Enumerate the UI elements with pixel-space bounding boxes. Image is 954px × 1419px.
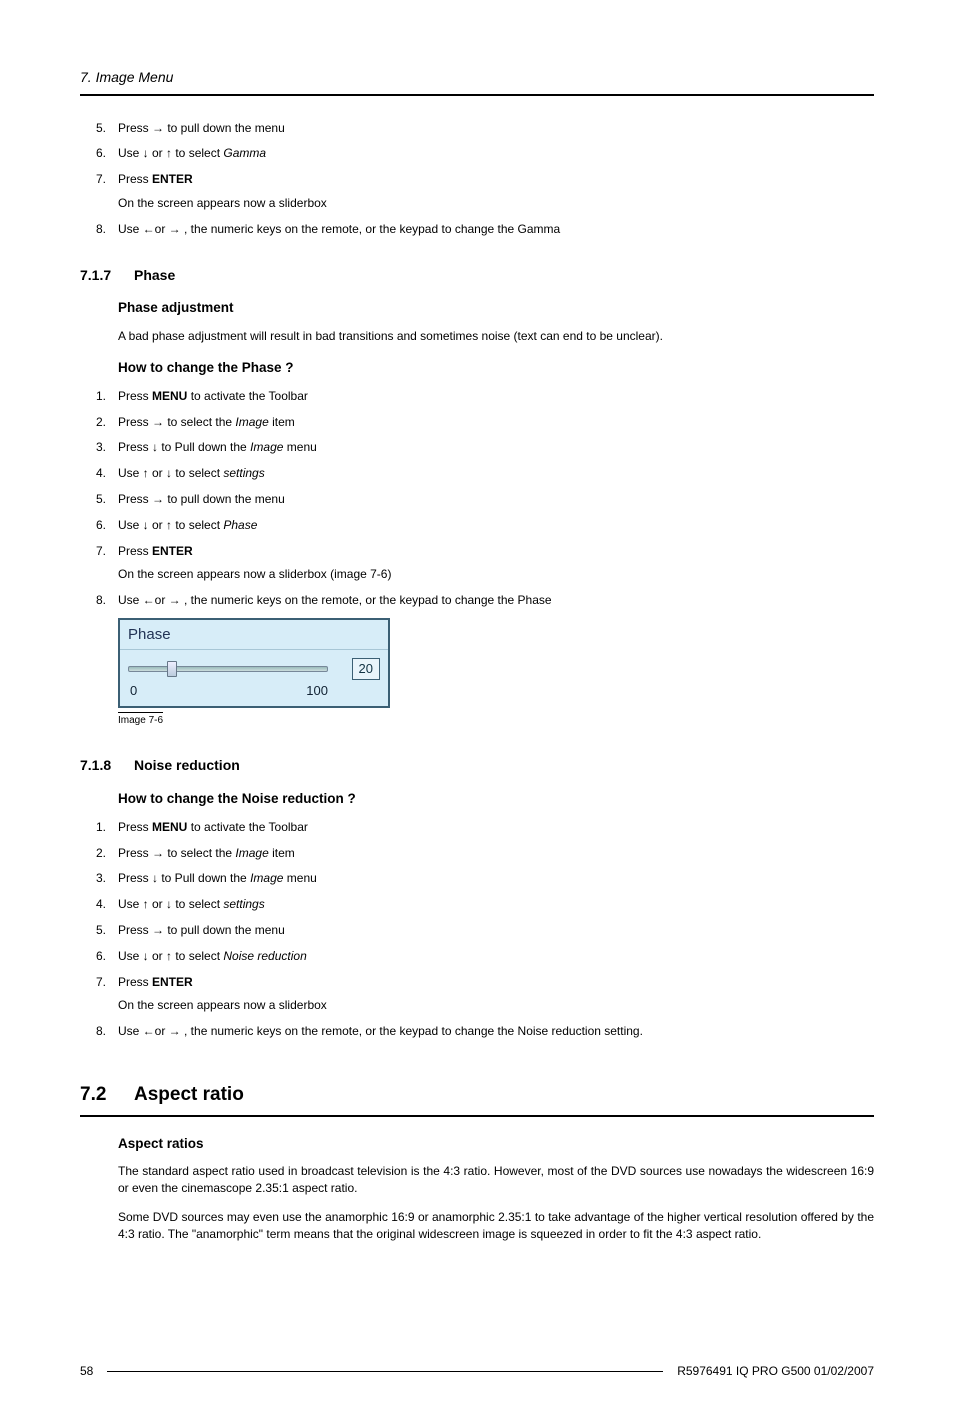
step: 4.Use ↑ or ↓ to select settings — [118, 465, 874, 482]
figure-caption: Image 7-6 — [80, 712, 874, 728]
step: 8.Use ←or → , the numeric keys on the re… — [118, 221, 874, 238]
phase-adjustment-heading: Phase adjustment — [80, 299, 874, 318]
step: 7.Press ENTER — [118, 543, 874, 560]
slider-title: Phase — [120, 620, 388, 650]
step: 6.Use ↓ or ↑ to select Gamma — [118, 145, 874, 162]
step: 2.Press → to select the Image item — [118, 414, 874, 431]
doc-info: R5976491 IQ PRO G500 01/02/2007 — [677, 1363, 874, 1380]
noise-steps: 1.Press MENU to activate the Toolbar 2.P… — [80, 819, 874, 991]
slider-thumb[interactable] — [167, 661, 177, 677]
slider-min: 0 — [130, 682, 137, 700]
step: 3.Press ↓ to Pull down the Image menu — [118, 870, 874, 887]
footer-line — [107, 1371, 663, 1372]
section-rule — [80, 1115, 874, 1117]
noise-reduction-heading: How to change the Noise reduction ? — [80, 790, 874, 809]
step: 5.Press → to pull down the menu — [118, 491, 874, 508]
step: 5.Press → to pull down the menu — [118, 120, 874, 137]
step: 8.Use ←or → , the numeric keys on the re… — [118, 1023, 874, 1040]
slider-body: 20 0 100 — [120, 650, 388, 706]
aspect-ratios-p1: The standard aspect ratio used in broadc… — [80, 1163, 874, 1197]
slider-scale: 0 100 — [128, 680, 328, 702]
section-72-title: 7.2Aspect ratio — [80, 1082, 874, 1109]
gamma-steps-continued-2: 8.Use ←or → , the numeric keys on the re… — [80, 221, 874, 238]
step: 7.Press ENTER — [118, 171, 874, 188]
sliderbox: Phase 20 0 100 — [118, 618, 390, 708]
slider-track-wrap — [128, 660, 344, 678]
page-number: 58 — [80, 1363, 93, 1380]
header-rule — [80, 94, 874, 96]
step-note: On the screen appears now a sliderbox — [80, 997, 874, 1014]
slider-max: 100 — [306, 682, 328, 700]
how-change-phase-heading: How to change the Phase ? — [80, 359, 874, 378]
section-718-title: 7.1.8Noise reduction — [80, 756, 874, 776]
phase-slider-figure: Phase 20 0 100 — [118, 618, 874, 708]
step: 6.Use ↓ or ↑ to select Phase — [118, 517, 874, 534]
step: 1.Press MENU to activate the Toolbar — [118, 388, 874, 405]
step: 1.Press MENU to activate the Toolbar — [118, 819, 874, 836]
step: 3.Press ↓ to Pull down the Image menu — [118, 439, 874, 456]
slider-value: 20 — [352, 658, 380, 680]
section-72: 7.2Aspect ratio Aspect ratios The standa… — [80, 1082, 874, 1243]
step: 4.Use ↑ or ↓ to select settings — [118, 896, 874, 913]
phase-adjustment-text: A bad phase adjustment will result in ba… — [80, 328, 874, 345]
step: 5.Press → to pull down the menu — [118, 922, 874, 939]
page-footer: 58 R5976491 IQ PRO G500 01/02/2007 — [80, 1363, 874, 1380]
step: 7.Press ENTER — [118, 974, 874, 991]
step-note: On the screen appears now a sliderbox — [80, 195, 874, 212]
step: 2.Press → to select the Image item — [118, 845, 874, 862]
step: 6.Use ↓ or ↑ to select Noise reduction — [118, 948, 874, 965]
aspect-ratios-heading: Aspect ratios — [80, 1135, 874, 1154]
step: 8.Use ←or → , the numeric keys on the re… — [118, 592, 874, 609]
aspect-ratios-p2: Some DVD sources may even use the anamor… — [80, 1209, 874, 1243]
slider-track[interactable] — [128, 666, 328, 672]
noise-steps-2: 8.Use ←or → , the numeric keys on the re… — [80, 1023, 874, 1040]
phase-steps-2: 8.Use ←or → , the numeric keys on the re… — [80, 592, 874, 609]
section-717-title: 7.1.7Phase — [80, 266, 874, 286]
step-note: On the screen appears now a sliderbox (i… — [80, 566, 874, 583]
page-header-title: 7. Image Menu — [80, 68, 874, 88]
gamma-steps-continued: 5.Press → to pull down the menu 6.Use ↓ … — [80, 120, 874, 188]
phase-steps: 1.Press MENU to activate the Toolbar 2.P… — [80, 388, 874, 560]
